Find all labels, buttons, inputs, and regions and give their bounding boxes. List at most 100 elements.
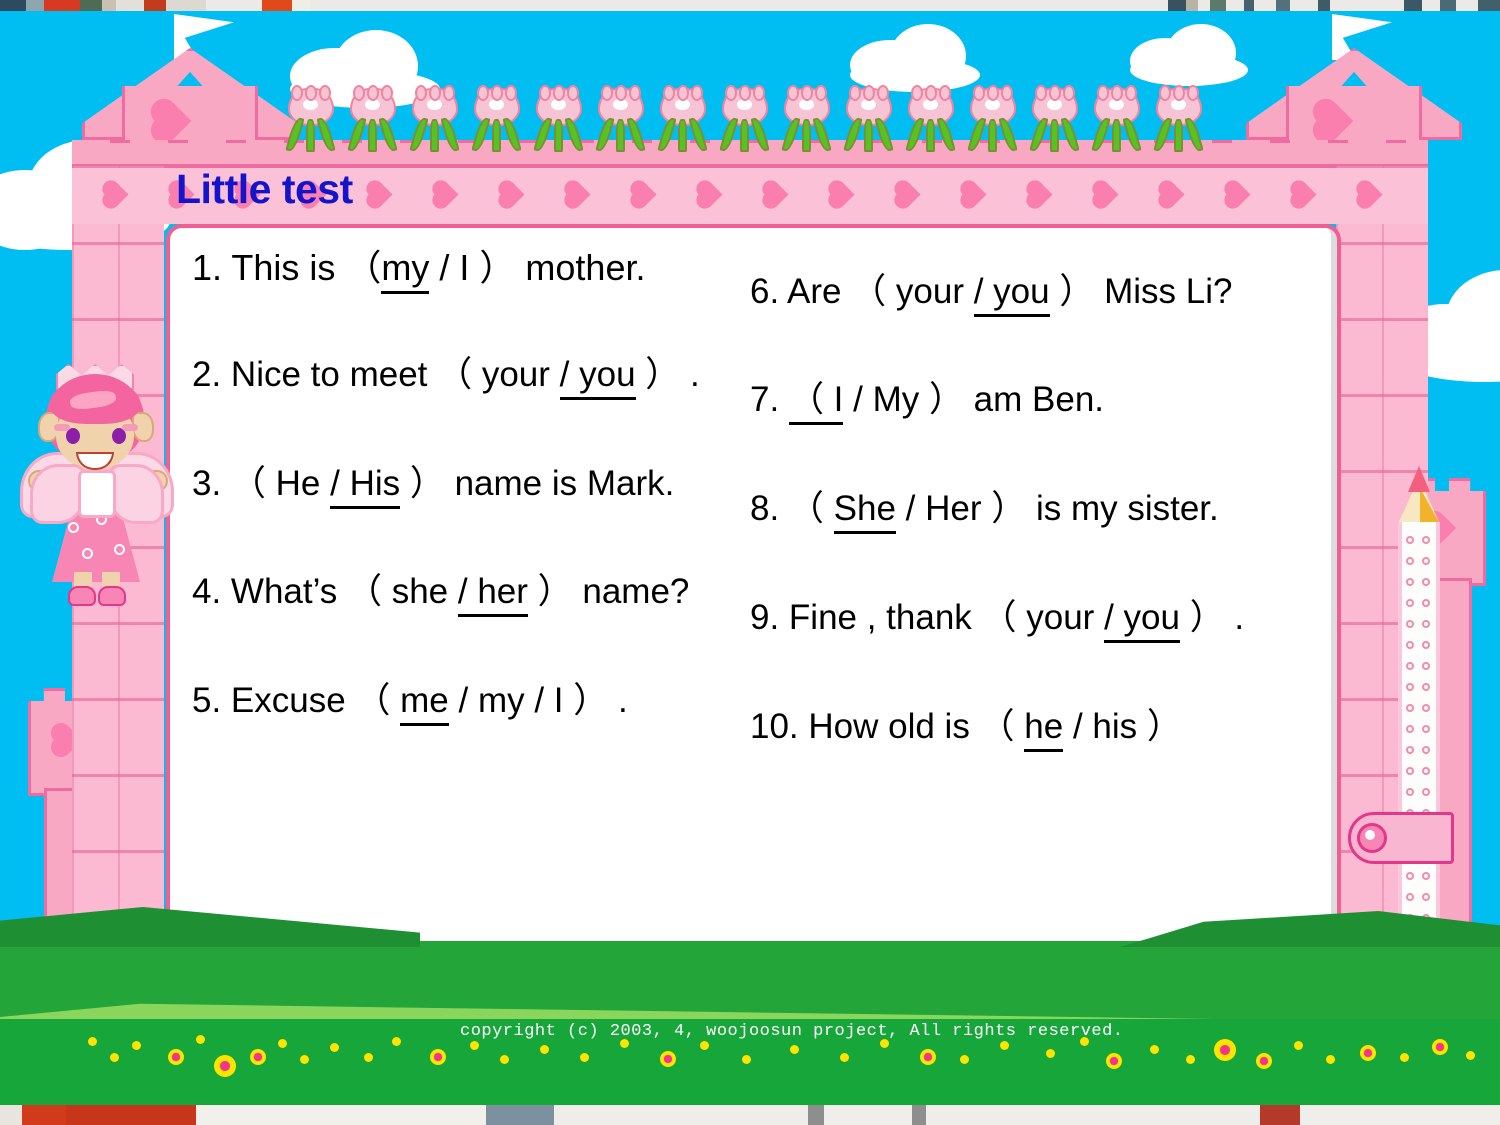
grass-flower <box>250 1049 266 1065</box>
pencil-dot <box>1406 683 1414 691</box>
grass-flower <box>1400 1053 1409 1062</box>
tulip-icon <box>471 85 522 153</box>
question-line: 7. （ I / My ） am Ben. <box>750 380 1104 425</box>
binder-clasp-knob[interactable] <box>1357 823 1387 853</box>
fairy-character <box>20 364 174 606</box>
grass-flower <box>580 1053 589 1062</box>
heart-icon <box>764 182 789 207</box>
content-card: 1. This is （my / I ） mother. 2. Nice to m… <box>166 224 1341 1006</box>
pencil-dot <box>1406 725 1414 733</box>
slide-canvas: Little test 1. This is （my / I ） mother.… <box>0 0 1500 1125</box>
grass-flower <box>840 1053 849 1062</box>
grass-flower <box>1046 1049 1055 1058</box>
question-text: This is （ <box>222 247 382 288</box>
question-text: Fine , thank （ your <box>779 598 1105 637</box>
question-text: （ He <box>221 464 331 503</box>
question-line: 3. （ He / His ） name is Mark. <box>192 464 674 509</box>
tulip-icon <box>1029 85 1080 153</box>
question-text: Are （ your <box>779 272 974 311</box>
answer-underlined: / you <box>559 355 636 400</box>
grass-flower <box>1000 1041 1009 1050</box>
grass-flower <box>1326 1055 1335 1064</box>
grass-flower <box>110 1053 119 1062</box>
pencil-dot <box>1406 893 1414 901</box>
bottom-photo-strip <box>0 1105 1500 1125</box>
grass-flower <box>1466 1051 1475 1060</box>
question-number: 6. <box>750 272 780 311</box>
heart-icon <box>434 182 459 207</box>
copyright-notice: copyright (c) 2003, 4, woojoosun project… <box>460 1022 1124 1041</box>
pencil-dot <box>1406 557 1414 565</box>
pencil-dot <box>1406 746 1414 754</box>
grass-flower <box>88 1037 97 1046</box>
tulip-icon <box>781 85 832 153</box>
question-number: 8. <box>750 489 780 528</box>
pencil-dot <box>1422 578 1430 586</box>
grass-flower <box>790 1045 799 1054</box>
pencil-dot <box>1422 725 1430 733</box>
grass-flower <box>540 1045 549 1054</box>
pencil-dot <box>1406 536 1414 544</box>
tulip-icon <box>967 85 1018 153</box>
grass-flower <box>430 1049 446 1065</box>
question-text: / my / I ） . <box>448 681 628 720</box>
heart-icon <box>896 182 921 207</box>
pencil-dot <box>1406 599 1414 607</box>
grass-flower <box>196 1035 205 1044</box>
pencil-dot <box>1422 536 1430 544</box>
tulip-icon <box>595 85 646 153</box>
grass-flower <box>168 1049 184 1065</box>
grass-flower <box>470 1041 479 1050</box>
grass-flower <box>1294 1041 1303 1050</box>
question-text: （ <box>779 489 834 528</box>
grass-flower <box>1214 1039 1236 1061</box>
question-line: 2. Nice to meet （ your / you ） . <box>192 355 700 400</box>
question-line: 6. Are （ your / you ） Miss Li? <box>750 272 1233 317</box>
question-text: / Her ） is my sister. <box>895 489 1219 528</box>
question-number: 4. <box>192 572 222 611</box>
pencil-dot <box>1422 767 1430 775</box>
grass-flower <box>1360 1045 1376 1061</box>
grass-flower <box>1186 1055 1195 1064</box>
heart-icon <box>500 182 525 207</box>
answer-underlined: / you <box>1104 598 1180 643</box>
question-text: ） . <box>1179 598 1245 637</box>
pencil-dot <box>1422 662 1430 670</box>
tulip-icon <box>657 85 708 153</box>
grass-flower <box>660 1051 676 1067</box>
tulip-icon <box>409 85 460 153</box>
grass-flower <box>214 1055 236 1077</box>
grass-flower <box>700 1041 709 1050</box>
question-text: Nice to meet （ your <box>221 355 560 394</box>
pencil-dot <box>1406 641 1414 649</box>
pencil-dot <box>1422 704 1430 712</box>
question-text: / I ） mother. <box>429 247 646 288</box>
grass-flower <box>1150 1045 1159 1054</box>
question-line: 10. How old is （ he / his ） <box>750 707 1182 752</box>
grass-flower <box>920 1049 936 1065</box>
tulip-icon <box>1091 85 1142 153</box>
question-text: ） Miss Li? <box>1049 272 1233 311</box>
pencil-dot <box>1422 872 1430 880</box>
question-text: How old is （ <box>798 707 1025 746</box>
content-card-inner: 1. This is （my / I ） mother. 2. Nice to m… <box>170 228 1337 1002</box>
heart-icon <box>698 182 723 207</box>
grass-flower <box>392 1037 401 1046</box>
heart-icon <box>1028 182 1053 207</box>
question-line: 8. （ She / Her ） is my sister. <box>750 489 1219 534</box>
grass-flower <box>960 1055 969 1064</box>
heart-icon <box>104 182 129 207</box>
answer-underlined: / His <box>330 464 401 509</box>
question-text: Excuse （ <box>221 681 401 720</box>
question-text: ） name? <box>527 572 690 611</box>
answer-underlined: （ I <box>788 380 844 425</box>
answer-underlined: he <box>1024 707 1064 752</box>
pencil-dot <box>1406 704 1414 712</box>
grass-flower <box>500 1055 509 1064</box>
question-number: 7. <box>750 380 780 419</box>
grass-flower <box>742 1055 751 1064</box>
grass-flower <box>278 1039 287 1048</box>
pencil-dot <box>1422 746 1430 754</box>
pencil-dot <box>1406 662 1414 670</box>
grass-flower <box>330 1043 339 1052</box>
